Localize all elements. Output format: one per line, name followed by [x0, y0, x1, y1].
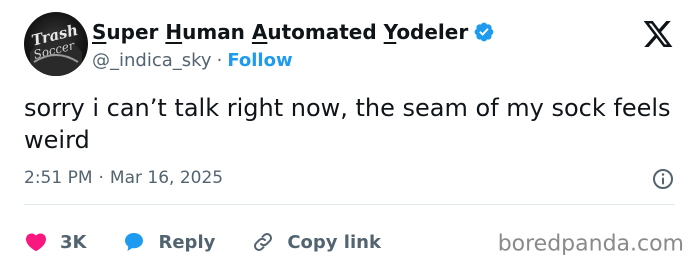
info-icon[interactable]: [651, 167, 675, 191]
tweet-actions: 3K Reply Copy link: [24, 227, 381, 257]
like-count: 3K: [60, 231, 87, 253]
reply-label: Reply: [158, 231, 216, 253]
avatar[interactable]: Trash Soccer: [24, 12, 88, 76]
handle-separator: ·: [216, 49, 223, 71]
verified-badge-icon: [473, 21, 495, 43]
divider: [24, 204, 675, 205]
tweet-timestamp[interactable]: 2:51 PM · Mar 16, 2025: [24, 166, 223, 190]
x-logo-icon[interactable]: [642, 18, 674, 50]
heart-icon: [25, 233, 47, 252]
tweet-date: Mar 16, 2025: [109, 168, 224, 188]
follow-button[interactable]: Follow: [227, 50, 292, 71]
timestamp-separator: ·: [98, 168, 104, 188]
tweet-card: Trash Soccer Super Human Automated Yodel…: [0, 0, 700, 257]
author-handle[interactable]: @_indica_sky: [92, 50, 212, 71]
author-handle-row: @_indica_sky · Follow: [92, 48, 293, 72]
watermark: boredpanda.com: [497, 231, 684, 257]
copy-link-button[interactable]: Copy link: [251, 230, 381, 254]
like-button[interactable]: 3K: [24, 230, 122, 254]
speech-bubble-icon: [125, 233, 144, 251]
author-display-name[interactable]: Super Human Automated Yodeler: [92, 20, 468, 44]
reply-button[interactable]: Reply: [122, 230, 251, 254]
link-icon: [254, 233, 273, 251]
avatar-image: Trash Soccer: [30, 21, 82, 76]
copy-link-label: Copy link: [287, 231, 381, 253]
author-name-row: Super Human Automated Yodeler: [92, 18, 495, 46]
tweet-time: 2:51 PM: [24, 168, 93, 188]
tweet-text: sorry i can’t talk right now, the seam o…: [24, 94, 671, 154]
